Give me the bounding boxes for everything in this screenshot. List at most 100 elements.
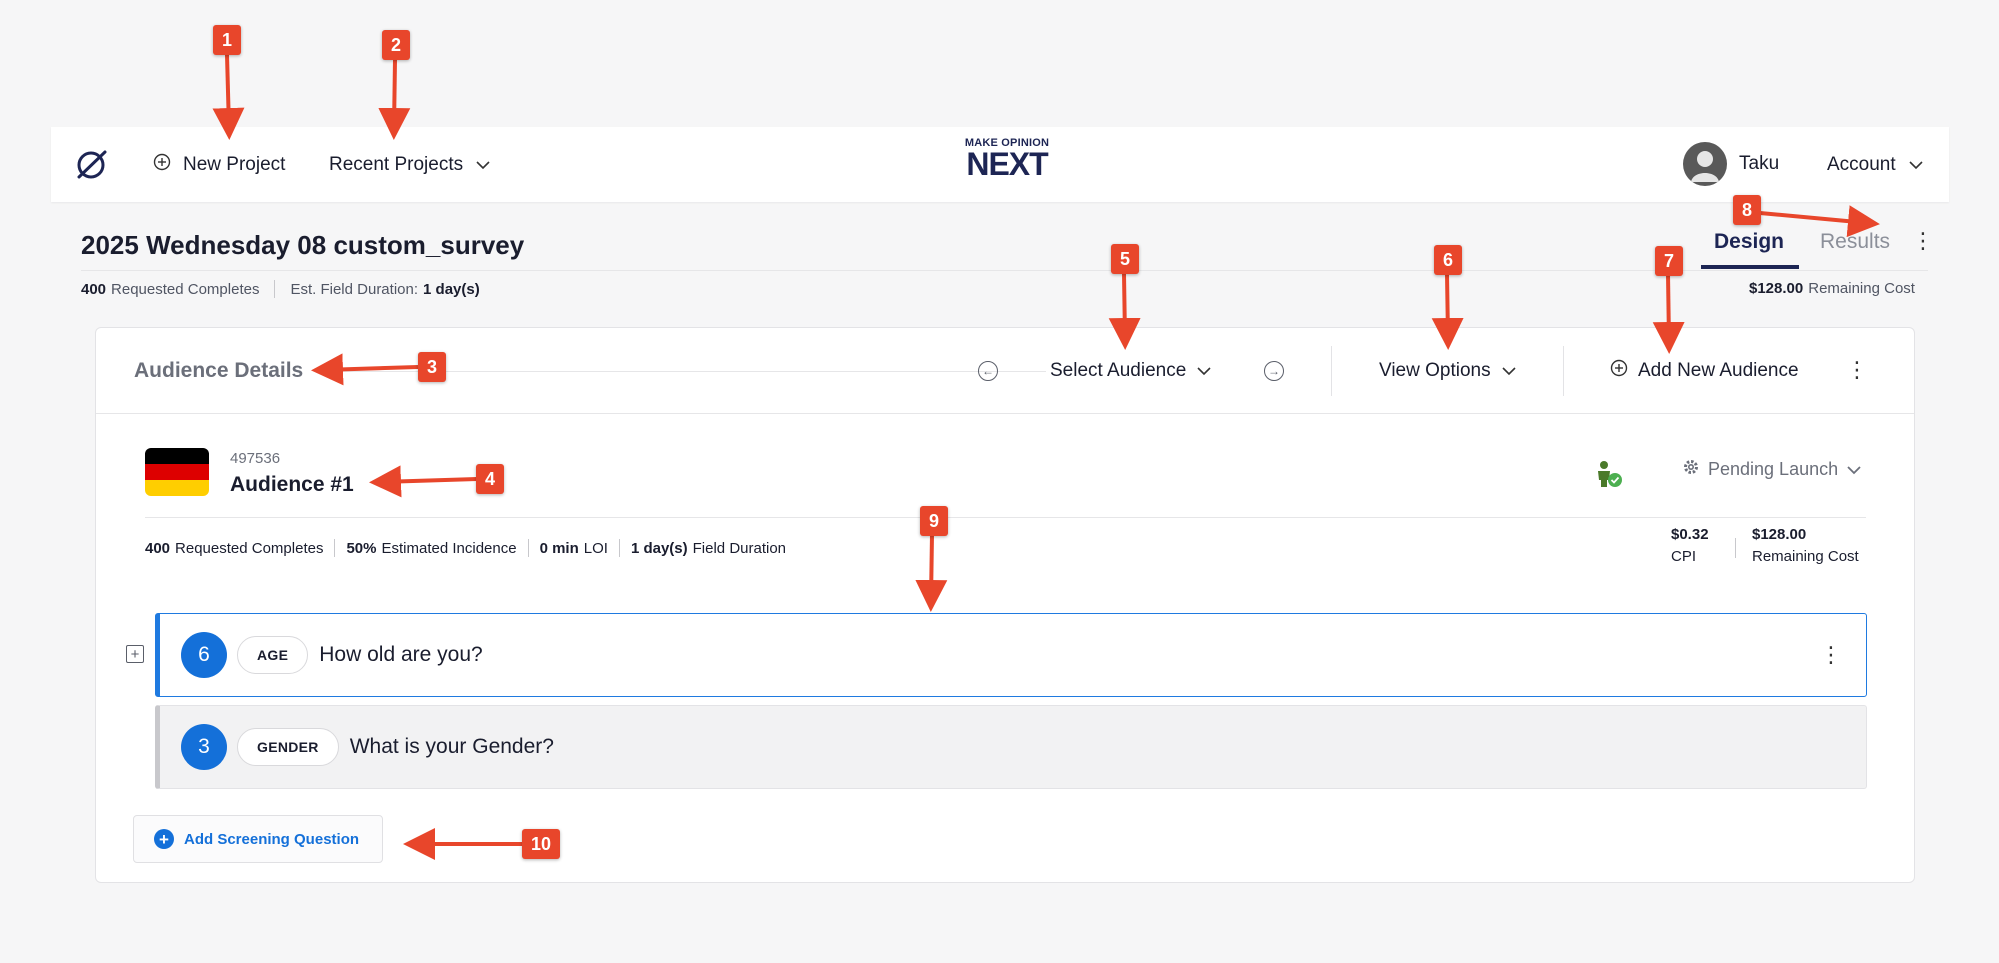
cpi-block: $0.32 CPI: [1671, 524, 1709, 568]
project-cost: $128.00 Remaining Cost: [1749, 280, 1915, 297]
question-count-badge: 6: [181, 632, 227, 678]
duration-label: Field Duration: [692, 539, 787, 557]
annotation-marker-7: 7: [1655, 246, 1683, 276]
question-text: How old are you?: [319, 643, 483, 666]
annotation-marker-8: 8: [1733, 195, 1761, 225]
select-audience-dropdown[interactable]: Select Audience: [1050, 357, 1212, 385]
plus-circle-icon: +: [154, 829, 174, 849]
tab-results[interactable]: Results: [1820, 230, 1890, 254]
plus-circle-icon: [1610, 359, 1628, 383]
gear-icon: [1682, 458, 1700, 481]
audience-card: Audience Details ← Select Audience → Vie…: [95, 327, 1915, 883]
question-row[interactable]: 3 GENDER What is your Gender?: [155, 705, 1867, 789]
brand-logo-big-text: NEXT: [966, 146, 1048, 182]
tab-design[interactable]: Design: [1714, 230, 1784, 254]
add-screening-question-label: Add Screening Question: [184, 830, 360, 848]
question-tag: AGE: [237, 636, 309, 674]
annotation-arrow-2: [378, 59, 411, 140]
expand-all-icon[interactable]: +: [126, 645, 144, 663]
account-label: Account: [1827, 154, 1896, 175]
audience-more-options-icon[interactable]: ⋮: [1846, 359, 1868, 381]
chevron-down-icon: [1908, 154, 1924, 176]
chevron-down-icon: [1846, 459, 1862, 480]
project-more-options-icon[interactable]: ⋮: [1912, 230, 1934, 252]
annotation-arrow-1: [212, 54, 245, 140]
account-dropdown[interactable]: Account: [1827, 151, 1924, 179]
plus-circle-icon: [153, 153, 171, 177]
duration-value: 1 day(s): [630, 539, 688, 557]
field-duration-label: Est. Field Duration:: [290, 280, 419, 298]
audience-stats: 400 Requested Completes 50% Estimated In…: [145, 539, 786, 557]
audience-remaining-cost-value: $128.00: [1752, 526, 1807, 543]
chevron-down-icon: [1501, 360, 1517, 382]
view-options-dropdown[interactable]: View Options: [1379, 357, 1517, 385]
add-new-audience-label: Add New Audience: [1638, 360, 1799, 381]
view-options-label: View Options: [1379, 360, 1491, 381]
header-divider: [81, 270, 1928, 271]
new-project-label: New Project: [183, 154, 286, 175]
annotation-arrow-8: [1759, 205, 1880, 238]
question-more-options-icon[interactable]: ⋮: [1820, 644, 1842, 666]
stat-separator: [527, 539, 529, 557]
chevron-down-icon: [1196, 360, 1212, 382]
audience-name: Audience #1: [230, 473, 354, 496]
select-audience-label: Select Audience: [1050, 360, 1187, 381]
question-text: What is your Gender?: [349, 735, 554, 758]
status-dropdown[interactable]: Pending Launch: [1682, 458, 1862, 481]
app-logo-icon[interactable]: [73, 147, 109, 183]
person-check-icon: [1595, 460, 1625, 493]
cpi-label: CPI: [1671, 548, 1697, 565]
header-vertical-divider: [1331, 346, 1332, 396]
cost-separator: [1735, 538, 1736, 558]
annotation-marker-4: 4: [476, 464, 504, 494]
audience-id: 497536: [230, 450, 281, 467]
header-vertical-divider: [1563, 346, 1564, 396]
annotation-marker-5: 5: [1111, 244, 1139, 274]
incidence-value: 50%: [346, 539, 377, 557]
annotation-marker-1: 1: [213, 25, 241, 55]
requested-completes-value: 400: [145, 539, 171, 557]
project-meta: 400 Requested Completes Est. Field Durat…: [81, 280, 485, 298]
annotation-marker-3: 3: [418, 352, 446, 382]
top-navbar: New Project Recent Projects MAKE OPINION…: [51, 127, 1949, 202]
stat-separator: [618, 539, 620, 557]
new-project-button[interactable]: New Project: [153, 151, 285, 179]
recent-projects-label: Recent Projects: [329, 154, 464, 175]
chevron-down-icon: [475, 154, 491, 176]
loi-label: LOI: [583, 539, 608, 557]
next-audience-icon[interactable]: →: [1264, 361, 1284, 381]
requested-completes-label: Requested Completes: [175, 539, 324, 557]
meta-separator: [274, 280, 276, 298]
incidence-label: Estimated Incidence: [381, 539, 517, 557]
question-row[interactable]: 6 AGE How old are you? ⋮: [155, 613, 1867, 697]
audience-remaining-cost-label: Remaining Cost: [1752, 548, 1859, 565]
question-count-badge: 3: [181, 724, 227, 770]
annotation-marker-2: 2: [382, 30, 410, 60]
tab-design-underline: [1701, 265, 1799, 269]
audience-divider: [145, 517, 1866, 518]
audience-remaining-cost-block: $128.00 Remaining Cost: [1752, 524, 1859, 568]
card-header-divider: [96, 413, 1914, 414]
user-menu[interactable]: Taku: [1683, 141, 1779, 187]
germany-flag-icon: [145, 448, 209, 496]
brand-logo: MAKE OPINION NEXT: [957, 137, 1057, 182]
stat-separator: [334, 539, 336, 557]
requested-completes-value: 400: [81, 280, 107, 298]
flag-stripe-gold: [145, 480, 209, 496]
requested-completes-label: Requested Completes: [111, 280, 260, 298]
flag-stripe-black: [145, 448, 209, 464]
add-screening-question-button[interactable]: + Add Screening Question: [133, 815, 383, 863]
loi-value: 0 min: [539, 539, 579, 557]
question-tag: GENDER: [237, 728, 339, 766]
recent-projects-dropdown[interactable]: Recent Projects: [329, 151, 491, 179]
status-label: Pending Launch: [1708, 459, 1839, 479]
audience-details-title: Audience Details: [134, 359, 304, 382]
avatar: [1683, 142, 1727, 186]
annotation-marker-9: 9: [920, 506, 948, 536]
project-remaining-cost-value: $128.00: [1749, 280, 1804, 297]
page-title: 2025 Wednesday 08 custom_survey: [81, 230, 525, 260]
previous-audience-icon[interactable]: ←: [978, 361, 998, 381]
field-duration-value: 1 day(s): [423, 280, 480, 298]
project-remaining-cost-label: Remaining Cost: [1808, 280, 1915, 297]
add-new-audience-button[interactable]: Add New Audience: [1610, 357, 1799, 385]
